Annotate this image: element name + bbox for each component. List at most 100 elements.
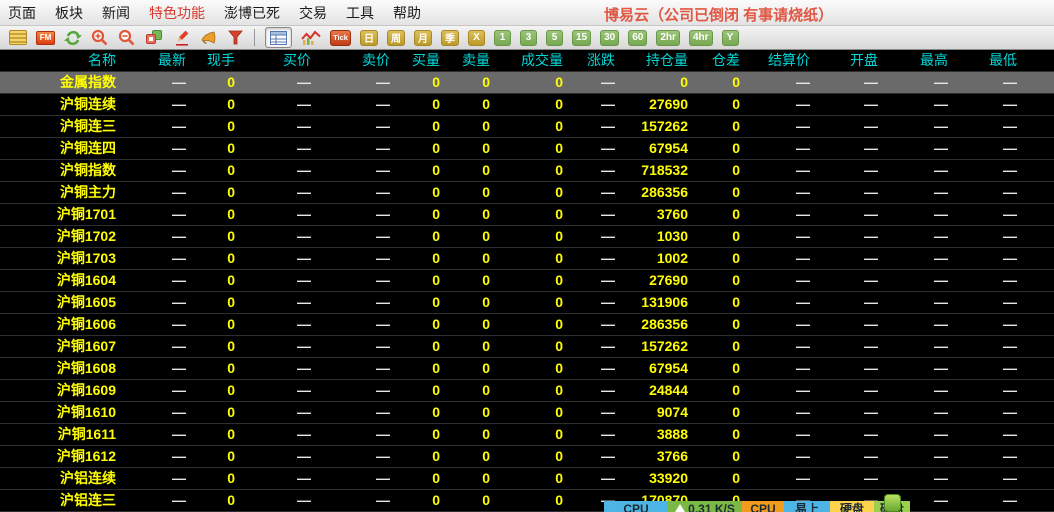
table-row[interactable]: 沪铜1702—0——000—10300———— <box>0 226 1054 248</box>
menu-item[interactable]: 澎博已死 <box>224 3 280 23</box>
column-header[interactable]: 结算价 <box>742 50 812 71</box>
cell: 0 <box>392 248 442 269</box>
column-header[interactable]: 买价 <box>237 50 313 71</box>
menu-item[interactable]: 帮助 <box>393 3 421 23</box>
cell: 0 <box>492 446 565 467</box>
menu-item[interactable]: 页面 <box>8 3 36 23</box>
column-header[interactable]: 卖价 <box>313 50 392 71</box>
table-row[interactable]: 沪铜1701—0——000—37600———— <box>0 204 1054 226</box>
cell: — <box>237 160 313 181</box>
period-button-4hr[interactable]: 4hr <box>689 30 713 46</box>
table-row[interactable]: 沪铜主力—0——000—2863560———— <box>0 182 1054 204</box>
period-button-X[interactable]: X <box>468 30 485 46</box>
cell: 0 <box>492 94 565 115</box>
contract-name: 金属指数 <box>0 72 118 93</box>
cell: — <box>742 314 812 335</box>
column-header[interactable]: 最高 <box>880 50 950 71</box>
table-row[interactable]: 沪铜连续—0——000—276900———— <box>0 94 1054 116</box>
cell: 24844 <box>617 380 690 401</box>
cell: — <box>313 314 392 335</box>
cell: — <box>565 182 617 203</box>
column-header[interactable]: 买量 <box>392 50 442 71</box>
zoom-out-icon[interactable] <box>118 29 136 47</box>
cell: 0 <box>690 292 742 313</box>
cell: — <box>880 94 950 115</box>
cell: — <box>237 270 313 291</box>
menu-item[interactable]: 工具 <box>346 3 374 23</box>
edit-pencil-icon[interactable] <box>173 29 191 47</box>
table-row[interactable]: 沪铜1612—0——000—37660———— <box>0 446 1054 468</box>
cell: — <box>880 446 950 467</box>
alarm-horn-icon[interactable] <box>200 29 218 46</box>
menu-item[interactable]: 交易 <box>299 3 327 23</box>
table-row[interactable]: 沪铜1606—0——000—2863560———— <box>0 314 1054 336</box>
period-button-1[interactable]: 1 <box>494 30 511 46</box>
period-button-周[interactable]: 周 <box>387 30 405 46</box>
table-row[interactable]: 沪铜1604—0——000—276900———— <box>0 270 1054 292</box>
cell: — <box>237 292 313 313</box>
cell: 3888 <box>617 424 690 445</box>
menu-item[interactable]: 新闻 <box>102 3 130 23</box>
tick-chart-button[interactable]: Tick <box>330 30 351 46</box>
table-row[interactable]: 沪铜1611—0——000—38880———— <box>0 424 1054 446</box>
column-header[interactable]: 最低 <box>950 50 1019 71</box>
period-button-月[interactable]: 月 <box>414 30 432 46</box>
cell: 0 <box>392 314 442 335</box>
cell: 0 <box>492 138 565 159</box>
cell: — <box>950 226 1019 247</box>
table-row[interactable]: 沪铜1609—0——000—248440———— <box>0 380 1054 402</box>
menu-item[interactable]: 特色功能 <box>149 3 205 23</box>
cell: — <box>237 314 313 335</box>
cell: 157262 <box>617 116 690 137</box>
cell: — <box>118 248 188 269</box>
period-button-2hr[interactable]: 2hr <box>656 30 680 46</box>
cell: — <box>880 292 950 313</box>
table-row[interactable]: 沪铜连三—0——000—1572620———— <box>0 116 1054 138</box>
column-header[interactable]: 持仓量 <box>617 50 690 71</box>
period-button-日[interactable]: 日 <box>360 30 378 46</box>
refresh-icon[interactable] <box>64 29 82 47</box>
column-header[interactable]: 仓差 <box>690 50 742 71</box>
zoom-in-icon[interactable] <box>91 29 109 47</box>
fm-radio-icon[interactable]: FM <box>36 31 55 45</box>
table-row[interactable]: 沪铜1605—0——000—1319060———— <box>0 292 1054 314</box>
period-button-3[interactable]: 3 <box>520 30 537 46</box>
period-button-5[interactable]: 5 <box>546 30 563 46</box>
period-button-60[interactable]: 60 <box>628 30 647 46</box>
cell: — <box>313 402 392 423</box>
tile-windows-icon[interactable] <box>145 29 164 46</box>
table-row[interactable]: 沪铜连四—0——000—679540———— <box>0 138 1054 160</box>
table-row[interactable]: 沪铜1608—0——000—679540———— <box>0 358 1054 380</box>
period-button-季[interactable]: 季 <box>441 30 459 46</box>
cell: — <box>313 72 392 93</box>
cell: — <box>118 336 188 357</box>
cell: 286356 <box>617 314 690 335</box>
column-header[interactable]: 涨跌 <box>565 50 617 71</box>
column-header[interactable]: 卖量 <box>442 50 492 71</box>
cell: — <box>237 468 313 489</box>
column-header[interactable]: 最新 <box>118 50 188 71</box>
period-button-30[interactable]: 30 <box>600 30 619 46</box>
cell: — <box>118 468 188 489</box>
cell: 0 <box>392 160 442 181</box>
cell: 0 <box>492 204 565 225</box>
quote-list-icon[interactable] <box>9 30 27 45</box>
table-view-button[interactable] <box>265 27 292 48</box>
period-button-15[interactable]: 15 <box>572 30 591 46</box>
table-row[interactable]: 金属指数—0——000—00———— <box>0 72 1054 94</box>
table-row[interactable]: 沪铝连续—0——000—339200———— <box>0 468 1054 490</box>
chart-view-button[interactable] <box>301 30 321 46</box>
table-row[interactable]: 沪铜1610—0——000—90740———— <box>0 402 1054 424</box>
cell: — <box>742 182 812 203</box>
column-header[interactable]: 开盘 <box>812 50 880 71</box>
up-triangle-icon <box>675 504 685 512</box>
table-row[interactable]: 沪铜1607—0——000—1572620———— <box>0 336 1054 358</box>
column-header[interactable]: 成交量 <box>492 50 565 71</box>
filter-icon[interactable] <box>227 30 244 45</box>
menu-item[interactable]: 板块 <box>55 3 83 23</box>
column-header[interactable]: 现手 <box>188 50 237 71</box>
table-row[interactable]: 沪铜1703—0——000—10020———— <box>0 248 1054 270</box>
column-header[interactable]: 名称 <box>0 50 118 71</box>
period-button-Y[interactable]: Y <box>722 30 739 46</box>
table-row[interactable]: 沪铜指数—0——000—7185320———— <box>0 160 1054 182</box>
